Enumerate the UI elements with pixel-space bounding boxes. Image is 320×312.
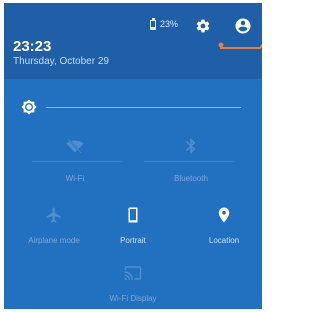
bluetooth-icon — [185, 138, 196, 154]
brightness-control — [4, 98, 262, 120]
settings-button[interactable] — [195, 18, 211, 34]
tile-label: Location — [208, 236, 240, 245]
battery-percent: 23% — [160, 19, 179, 29]
portrait-icon — [128, 207, 138, 223]
quick-settings-header: 23% 23:23 Thursday, October 29 — [4, 3, 262, 79]
wifi-off-icon — [66, 138, 84, 154]
gear-icon — [196, 19, 210, 33]
account-circle-icon — [235, 18, 251, 34]
tile-wifi[interactable]: Wi-Fi — [25, 137, 125, 185]
location-pin-icon — [218, 207, 230, 223]
brightness-icon[interactable] — [21, 99, 37, 115]
airplane-icon — [46, 207, 61, 223]
battery-icon — [150, 18, 156, 30]
tile-label: Bluetooth — [174, 174, 208, 183]
brightness-slider[interactable] — [46, 107, 241, 108]
tile-location[interactable]: Location — [174, 206, 262, 246]
quick-settings-panel: 23% 23:23 Thursday, October 29 Wi-Fi Blu… — [4, 3, 262, 309]
tile-bluetooth[interactable]: Bluetooth — [141, 137, 241, 185]
clock-time: 23:23 — [13, 38, 52, 55]
status-bar: 23% — [142, 17, 262, 37]
tile-wifi-display[interactable]: Wi-Fi Display — [83, 264, 183, 304]
tile-portrait[interactable]: Portrait — [83, 206, 183, 246]
account-button[interactable] — [234, 17, 252, 35]
tile-label: Portrait — [120, 236, 146, 245]
tile-label: Wi-Fi Display — [109, 294, 157, 303]
cast-icon — [124, 266, 142, 280]
annotation-pointer — [218, 42, 262, 49]
clock-date: Thursday, October 29 — [13, 56, 109, 67]
tile-label: Wi-Fi — [65, 174, 85, 183]
